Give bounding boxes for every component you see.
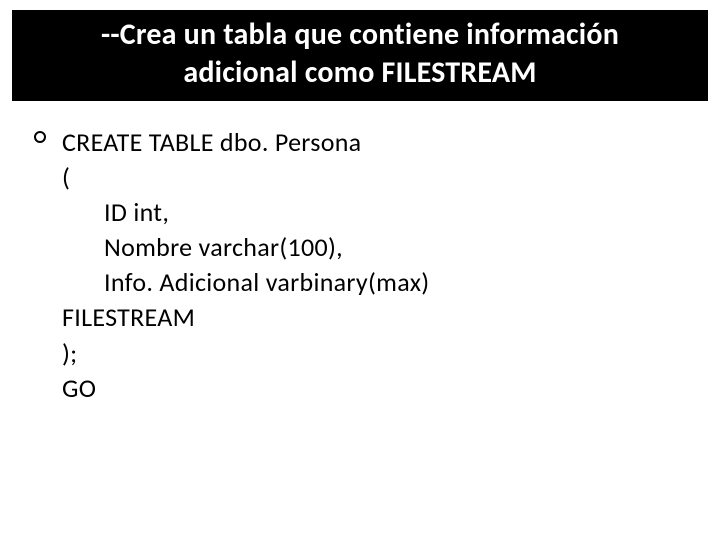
code-line: (	[62, 160, 700, 195]
slide: --Crea un tabla que contiene información…	[0, 10, 720, 540]
code-line: FILESTREAM	[62, 300, 700, 335]
bullet-icon	[34, 131, 46, 143]
slide-title: --Crea un tabla que contiene información…	[26, 16, 694, 91]
code-line: GO	[62, 371, 700, 406]
code-line: CREATE TABLE dbo. Persona	[62, 125, 700, 160]
code-line: Nombre varchar(100),	[62, 230, 700, 265]
title-band: --Crea un tabla que contiene información…	[12, 10, 708, 101]
slide-body: CREATE TABLE dbo. Persona ( ID int, Nomb…	[62, 125, 700, 406]
title-line-1: --Crea un tabla que contiene información	[101, 16, 619, 53]
code-line: );	[62, 336, 700, 371]
code-block: CREATE TABLE dbo. Persona ( ID int, Nomb…	[62, 125, 700, 406]
code-line: Info. Adicional varbinary(max)	[62, 265, 700, 300]
title-line-2: adicional como FILESTREAM	[183, 54, 536, 91]
code-line: ID int,	[62, 195, 700, 230]
